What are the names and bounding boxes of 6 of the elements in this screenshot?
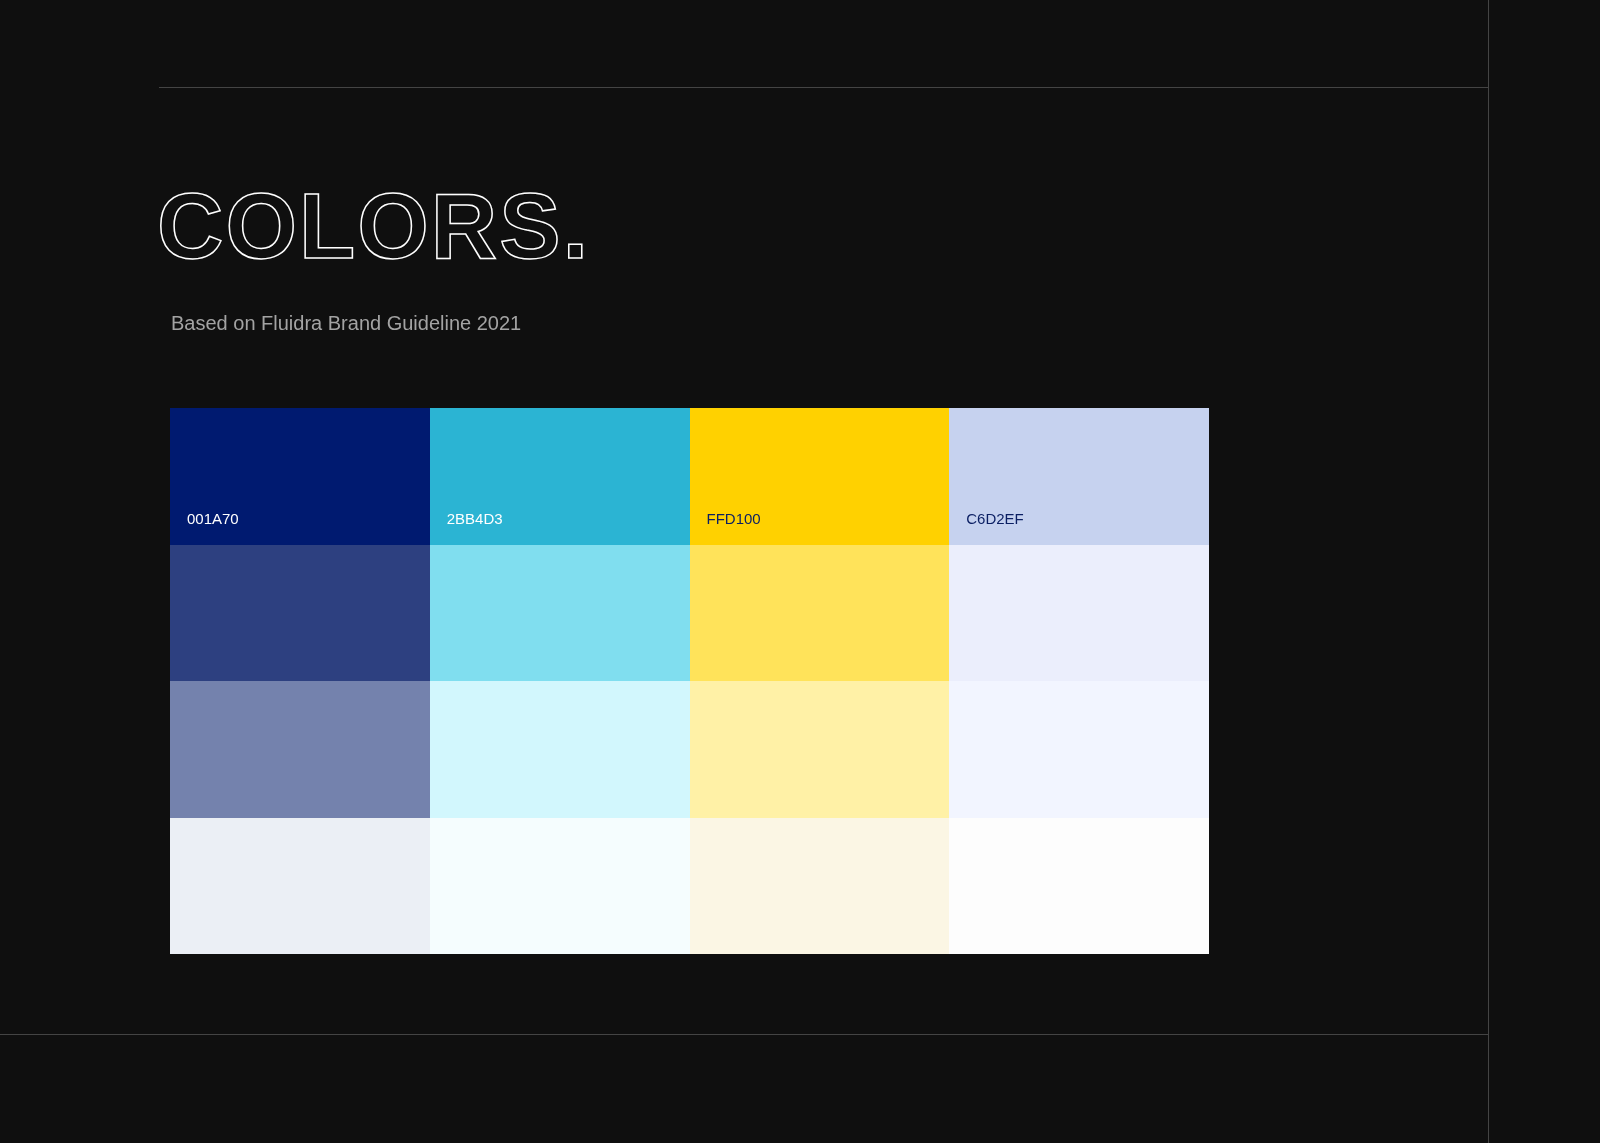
subtitle: Based on Fluidra Brand Guideline 2021 — [171, 311, 523, 336]
hex-code: 2BB4D3 — [446, 509, 503, 529]
hex-code: FFD100 — [706, 509, 761, 529]
hex-code: C6D2EF — [966, 509, 1024, 529]
hex-code: 001A70 — [187, 509, 239, 529]
page-title: COLORS. — [157, 180, 591, 272]
